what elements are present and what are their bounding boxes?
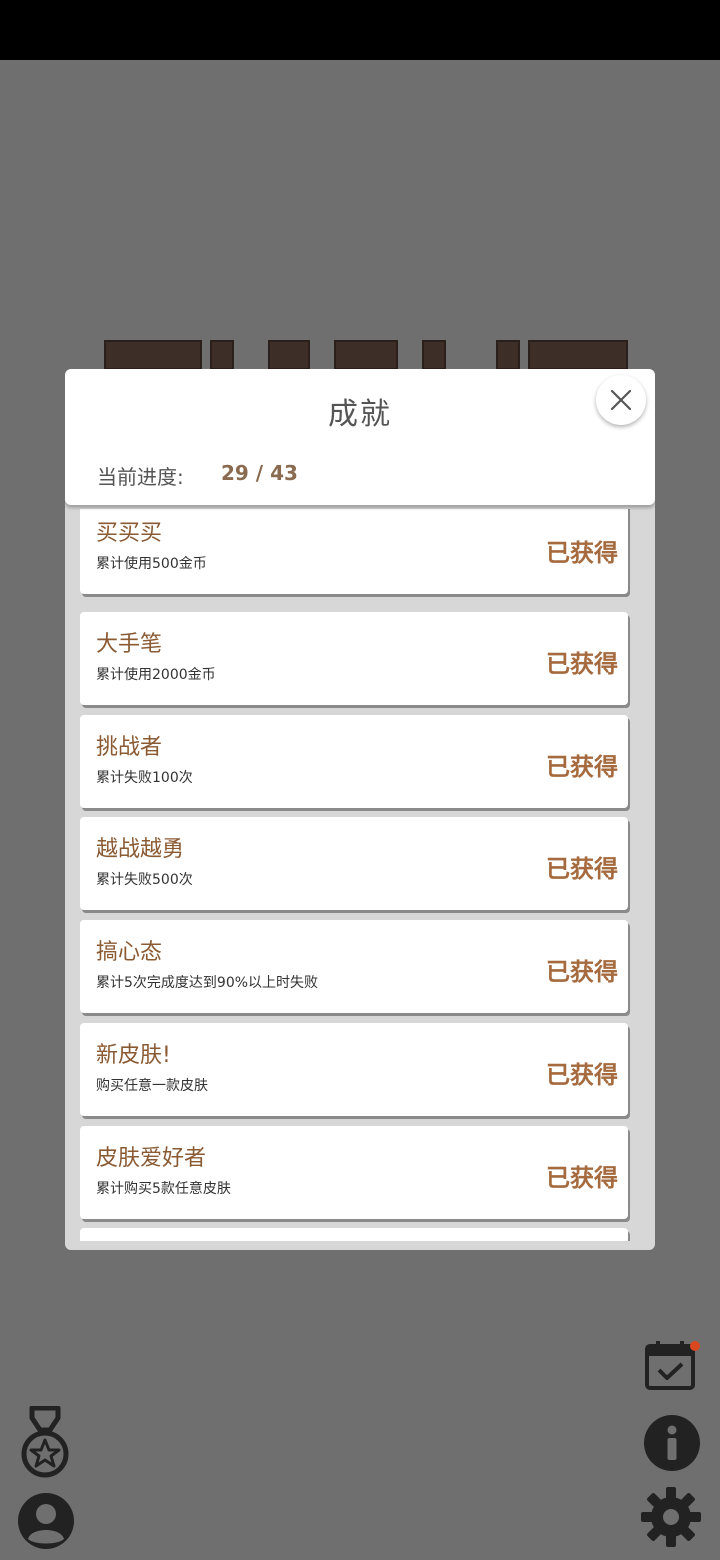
achievement-desc: 累计使用500金币 — [96, 556, 207, 572]
achievement-item[interactable]: 大手笔 累计使用2000金币 已获得 — [80, 612, 628, 705]
info-button[interactable] — [642, 1413, 702, 1477]
achievement-title: 挑战者 — [96, 735, 163, 760]
progress-value: 29 / 43 — [221, 461, 298, 485]
achievement-status: 已获得 — [546, 650, 618, 678]
info-icon — [644, 1415, 700, 1471]
close-icon — [610, 389, 632, 411]
achievement-title: 搞心态 — [96, 940, 163, 965]
gear-icon — [641, 1487, 701, 1547]
achievement-status: 已获得 — [546, 1164, 618, 1192]
achievement-desc: 累计失败100次 — [96, 770, 193, 786]
achievement-item[interactable]: 买买买 累计使用500金币 已获得 — [80, 509, 628, 594]
achievements-dialog: 成就 当前进度: 29 / 43 买买买 累计使用500金币 已获得 大手笔 累… — [65, 369, 655, 1250]
achievement-desc: 累计5次完成度达到90%以上时失败 — [96, 975, 319, 991]
achievement-item[interactable]: 挑战者 累计失败100次 已获得 — [80, 715, 628, 808]
achievement-status: 已获得 — [546, 753, 618, 781]
achievement-item[interactable]: 皮肤爱好者 累计购买5款任意皮肤 已获得 — [80, 1126, 628, 1219]
achievement-desc: 累计购买5款任意皮肤 — [96, 1181, 231, 1197]
game-title-logo — [100, 340, 630, 370]
status-bar — [0, 0, 720, 60]
achievement-title: 买买买 — [96, 521, 163, 546]
close-button[interactable] — [596, 375, 646, 425]
achievement-item[interactable]: 新皮肤! 购买任意一款皮肤 已获得 — [80, 1023, 628, 1116]
achievement-item-partial[interactable] — [80, 1228, 628, 1241]
achievement-title: 皮肤爱好者 — [96, 1146, 207, 1171]
achievement-status: 已获得 — [546, 958, 618, 986]
profile-button[interactable] — [16, 1491, 76, 1555]
profile-icon — [18, 1493, 74, 1549]
achievement-status: 已获得 — [546, 855, 618, 883]
dialog-header: 成就 当前进度: 29 / 43 — [65, 369, 655, 505]
achievement-desc: 购买任意一款皮肤 — [96, 1078, 208, 1094]
progress-label: 当前进度: — [97, 465, 184, 489]
dialog-title: 成就 — [328, 397, 392, 432]
achievement-desc: 累计使用2000金币 — [96, 667, 216, 683]
medal-icon — [21, 1405, 69, 1478]
achievement-item[interactable]: 搞心态 累计5次完成度达到90%以上时失败 已获得 — [80, 920, 628, 1013]
settings-button[interactable] — [640, 1486, 702, 1552]
daily-checkin-button[interactable] — [644, 1340, 704, 1396]
achievement-title: 越战越勇 — [96, 837, 185, 862]
achievement-status: 已获得 — [546, 1061, 618, 1089]
achievement-title: 大手笔 — [96, 632, 163, 657]
achievement-desc: 累计失败500次 — [96, 872, 193, 888]
calendar-check-icon — [645, 1341, 700, 1390]
achievement-item[interactable]: 越战越勇 累计失败500次 已获得 — [80, 817, 628, 910]
achievements-button[interactable] — [18, 1405, 72, 1484]
achievement-status: 已获得 — [546, 539, 618, 567]
achievement-list[interactable]: 买买买 累计使用500金币 已获得 大手笔 累计使用2000金币 已获得 挑战者… — [80, 509, 630, 1241]
achievement-title: 新皮肤! — [96, 1043, 171, 1068]
